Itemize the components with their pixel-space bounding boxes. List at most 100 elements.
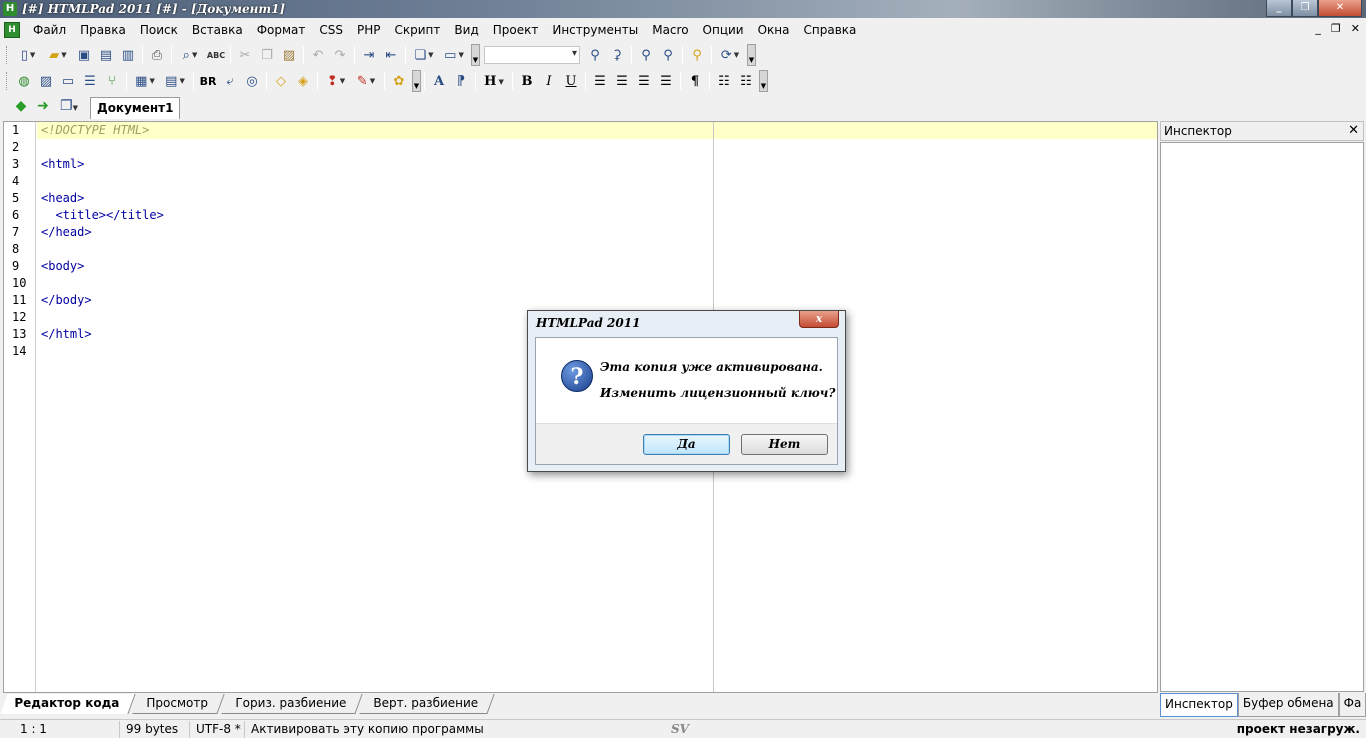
redo-icon[interactable]: ↷ <box>329 44 351 66</box>
outdent-icon[interactable]: ⇤ <box>380 44 402 66</box>
tab-code-editor[interactable]: Редактор кода <box>0 694 136 714</box>
mdi-close-button[interactable]: ✕ <box>1351 22 1360 35</box>
toolbar-overflow-icon-3[interactable]: ▼ <box>412 70 421 92</box>
toolbar-grip[interactable] <box>6 46 9 64</box>
special-char-icon[interactable]: ◈ <box>292 70 314 92</box>
mdi-restore-button[interactable]: ❐ <box>1331 22 1341 35</box>
paragraph-format-icon[interactable]: ⁋ <box>450 70 472 92</box>
code-line[interactable]: <head> <box>37 190 1157 207</box>
menu-macro[interactable]: Macro <box>645 23 695 37</box>
restore-button[interactable]: ❐ <box>1292 0 1318 17</box>
underline-icon[interactable]: U <box>560 70 582 92</box>
italic-icon[interactable]: I <box>538 70 560 92</box>
code-line[interactable] <box>37 275 1157 292</box>
window-layout-icon[interactable]: ❏ ▼ <box>409 44 439 66</box>
line-break-icon[interactable]: BR <box>197 70 219 92</box>
numbered-list-icon[interactable]: ☷ <box>735 70 757 92</box>
justify-icon[interactable]: ☰ <box>655 70 677 92</box>
font-icon[interactable]: A <box>428 70 450 92</box>
replace-icon[interactable]: ⚳ <box>606 44 628 66</box>
copy-icon[interactable]: ❐ <box>256 44 278 66</box>
menu-windows[interactable]: Окна <box>751 23 797 37</box>
inspector-close-icon[interactable]: ✕ <box>1348 122 1359 140</box>
highlight-icon[interactable]: ✎ ▼ <box>351 70 381 92</box>
code-line[interactable]: <title></title> <box>37 207 1157 224</box>
menu-project[interactable]: Проект <box>486 23 546 37</box>
menu-file[interactable]: Файл <box>26 23 73 37</box>
mdi-minimize-button[interactable]: _ <box>1315 22 1321 35</box>
close-window-button[interactable]: ✕ <box>1318 0 1362 17</box>
save-as-icon[interactable]: ▥ <box>117 44 139 66</box>
menu-help[interactable]: Справка <box>797 23 864 37</box>
find-in-files-icon[interactable]: ⚲ <box>686 44 708 66</box>
search-combo[interactable] <box>484 46 580 64</box>
dialog-close-button[interactable]: x <box>799 311 839 328</box>
save-all-icon[interactable]: ▤ <box>95 44 117 66</box>
heading-icon[interactable]: H ▼ <box>479 70 509 92</box>
bold-icon[interactable]: B <box>516 70 538 92</box>
horizontal-rule-icon[interactable]: ▭ <box>57 70 79 92</box>
tab-horizontal-split[interactable]: Гориз. разбиение <box>220 694 363 714</box>
bullet-list-icon[interactable]: ☷ <box>713 70 735 92</box>
code-line[interactable]: </head> <box>37 224 1157 241</box>
align-left-icon[interactable]: ☰ <box>589 70 611 92</box>
back-arrow-icon[interactable]: ◆ <box>10 98 32 118</box>
menu-script[interactable]: Скрипт <box>388 23 448 37</box>
tree-icon[interactable]: ⑂ <box>101 70 123 92</box>
tab-preview[interactable]: Просмотр <box>132 694 225 714</box>
sync-icon[interactable]: ⟳ ▼ <box>715 44 745 66</box>
find-next-icon[interactable]: ⚲ <box>635 44 657 66</box>
non-breaking-space-icon[interactable]: ⤶ <box>219 70 241 92</box>
yes-button[interactable]: Да <box>643 434 730 455</box>
color-icon[interactable]: ❢ ▼ <box>321 70 351 92</box>
paragraph-icon[interactable]: ¶ <box>684 70 706 92</box>
list-icon[interactable]: ☰ <box>79 70 101 92</box>
forward-arrow-icon[interactable]: ➜ <box>32 98 54 118</box>
anchor-icon[interactable]: ◎ <box>241 70 263 92</box>
inspector-body[interactable] <box>1160 142 1364 692</box>
menu-insert[interactable]: Вставка <box>185 23 250 37</box>
open-folder-icon[interactable]: ▰ ▼ <box>43 44 73 66</box>
menu-css[interactable]: CSS <box>312 23 350 37</box>
save-icon[interactable]: ▣ <box>73 44 95 66</box>
code-line[interactable]: <body> <box>37 258 1157 275</box>
document-icon[interactable]: H <box>4 22 20 38</box>
find-prev-icon[interactable]: ⚲ <box>657 44 679 66</box>
form-icon[interactable]: ▤ ▼ <box>160 70 190 92</box>
preview-icon[interactable]: ⌕ ▼ <box>175 44 205 66</box>
menu-search[interactable]: Поиск <box>133 23 185 37</box>
indent-icon[interactable]: ⇥ <box>358 44 380 66</box>
encoding[interactable]: UTF-8 * <box>190 720 245 738</box>
code-line[interactable] <box>37 173 1157 190</box>
tab-document1[interactable]: Документ1 <box>90 96 181 119</box>
code-line[interactable] <box>37 139 1157 156</box>
spellcheck-icon[interactable]: ABC <box>205 44 227 66</box>
table-icon[interactable]: ▦ ▼ <box>130 70 160 92</box>
menu-php[interactable]: PHP <box>350 23 388 37</box>
toolbar-overflow-icon-4[interactable]: ▼ <box>759 70 768 92</box>
minimize-button[interactable]: _ <box>1266 0 1292 17</box>
image-icon[interactable]: ▨ <box>35 70 57 92</box>
toolbar-grip-2[interactable] <box>6 72 9 90</box>
link-icon[interactable]: ◍ <box>13 70 35 92</box>
code-line-doctype[interactable]: <!DOCTYPE HTML> <box>37 122 1157 139</box>
code-line[interactable] <box>37 241 1157 258</box>
app-icon[interactable]: H <box>3 2 17 16</box>
menu-edit[interactable]: Правка <box>73 23 133 37</box>
menu-tools[interactable]: Инструменты <box>545 23 645 37</box>
code-line[interactable]: </body> <box>37 292 1157 309</box>
toolbar-overflow-icon-2[interactable]: ▼ <box>747 44 756 66</box>
comment-icon[interactable]: ◇ <box>270 70 292 92</box>
palette-icon[interactable]: ✿ <box>388 70 410 92</box>
print-icon[interactable]: ⎙ <box>146 44 168 66</box>
menu-view[interactable]: Вид <box>447 23 485 37</box>
document-list-icon[interactable]: ❐▼ <box>54 98 84 118</box>
menu-format[interactable]: Формат <box>250 23 313 37</box>
tab-vertical-split[interactable]: Верт. разбиение <box>359 694 495 714</box>
paste-icon[interactable]: ▨ <box>278 44 300 66</box>
undo-icon[interactable]: ↶ <box>307 44 329 66</box>
menu-options[interactable]: Опции <box>696 23 751 37</box>
align-center-icon[interactable]: ☰ <box>611 70 633 92</box>
toolbar-overflow-icon[interactable]: ▼ <box>471 44 480 66</box>
no-button[interactable]: Нет <box>741 434 828 455</box>
